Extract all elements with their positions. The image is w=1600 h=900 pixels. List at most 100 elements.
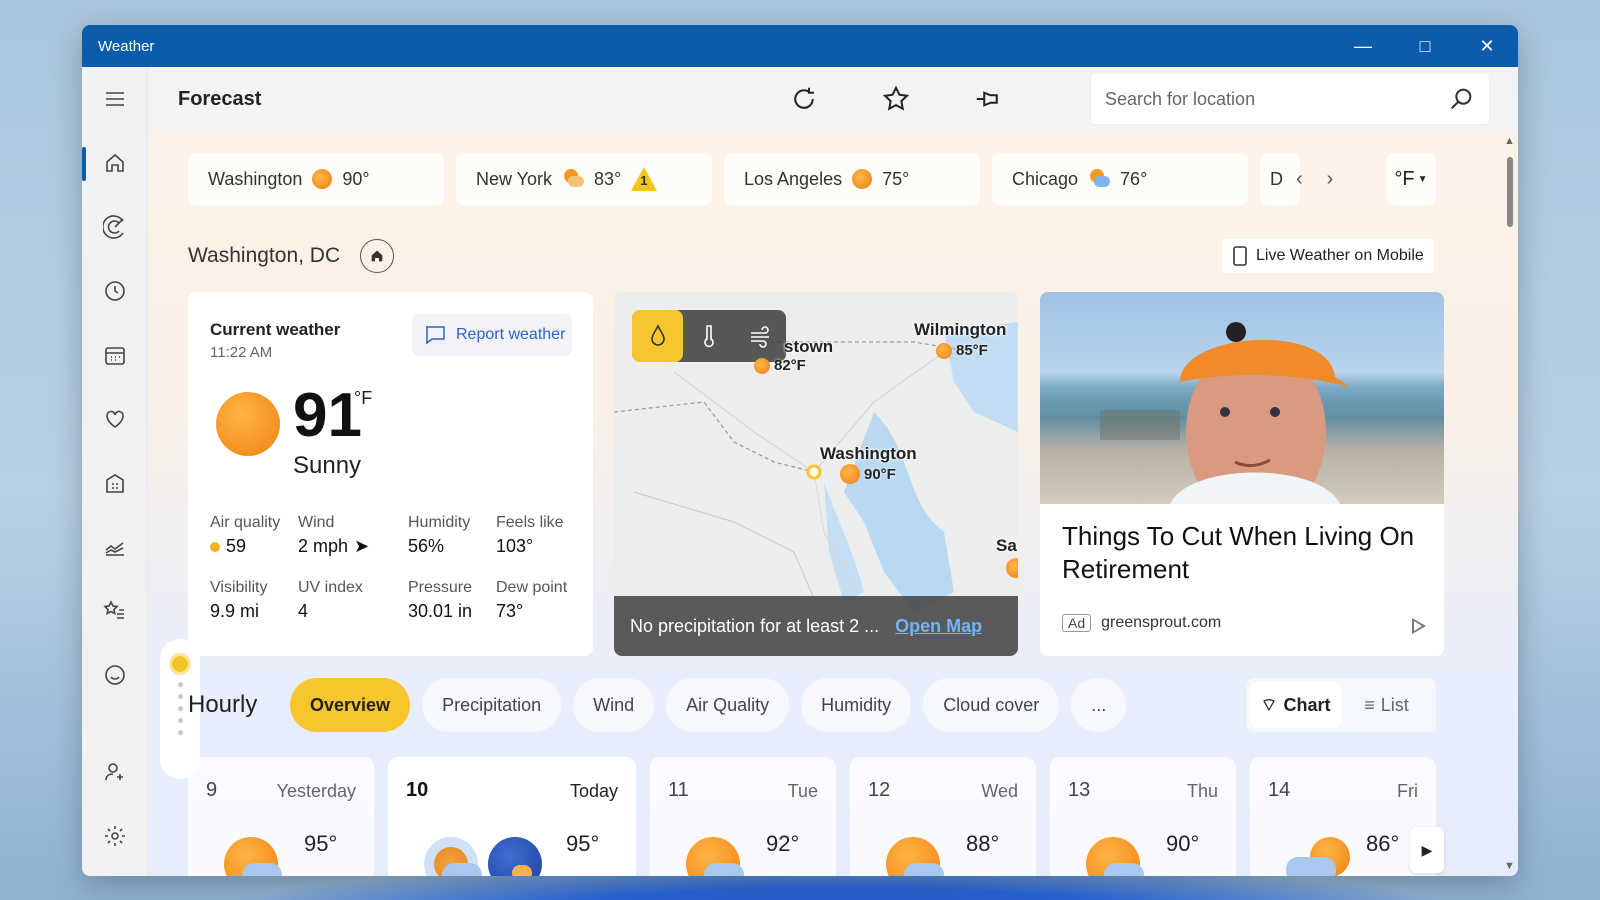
ad-source: greensprout.com [1101, 614, 1222, 631]
scrollbar[interactable]: ▲ ▼ [1502, 131, 1518, 876]
city-chip-los-angeles[interactable]: Los Angeles 75° [724, 153, 980, 205]
sidebar-item-life[interactable] [82, 451, 148, 515]
day-name: Yesterday [276, 781, 356, 801]
metric-visibility[interactable]: Visibility 9.9 mi [210, 579, 298, 622]
next-days-button[interactable]: ▶ [1410, 827, 1444, 873]
weather-map-card[interactable]: stown 82°F Wilmington 85°F Washington 90… [614, 292, 1018, 656]
ad-title[interactable]: Things To Cut When Living On Retirement [1062, 520, 1422, 586]
day-number: 13 [1068, 779, 1091, 801]
sidebar-item-hourly[interactable] [82, 259, 148, 323]
city-chip-new-york[interactable]: New York 83° 1 [456, 153, 712, 205]
tab-overview[interactable]: Overview [290, 678, 411, 732]
scroll-up-icon[interactable]: ▲ [1504, 135, 1515, 147]
temperature-layer-button[interactable] [683, 310, 734, 362]
tab-precipitation[interactable]: Precipitation [422, 678, 562, 732]
sidebar-item-radar[interactable] [82, 195, 148, 259]
wind-layer-button[interactable] [734, 310, 785, 362]
tab-air-quality[interactable]: Air Quality [666, 678, 790, 732]
day-number: 12 [868, 779, 891, 801]
live-weather-label: Live Weather on Mobile [1256, 247, 1424, 264]
chart-view-button[interactable]: ⌔ Chart [1250, 682, 1341, 728]
sidebar-item-favorites[interactable] [82, 579, 148, 643]
sidebar-item-health[interactable] [82, 387, 148, 451]
metric-value: 2 mph [298, 536, 349, 556]
day-card[interactable]: 14 Fri 86° [1250, 757, 1436, 876]
metric-humidity[interactable]: Humidity 56% [408, 514, 496, 557]
live-weather-mobile-button[interactable]: Live Weather on Mobile [1222, 239, 1434, 273]
day-card[interactable]: 11 Tue 92° [650, 757, 836, 876]
chevron-right-icon[interactable]: › [1327, 168, 1334, 191]
city-chip-partial[interactable]: D [1260, 153, 1300, 205]
pin-button[interactable] [942, 67, 1034, 131]
chart-icon: ⌔ [1260, 694, 1278, 715]
day-high-temp: 95° [566, 831, 600, 856]
day-card[interactable]: 12 Wed 88° [850, 757, 1036, 876]
metric-pressure[interactable]: Pressure 30.01 in [408, 579, 496, 622]
maximize-button[interactable]: □ [1394, 25, 1456, 67]
search-box[interactable] [1090, 73, 1490, 125]
city-chip-chicago[interactable]: Chicago 76° [992, 153, 1248, 205]
chevron-left-icon[interactable]: ‹ [1296, 168, 1303, 191]
day-card[interactable]: 9 Yesterday 95° [188, 757, 374, 876]
refresh-button[interactable] [758, 67, 850, 131]
precipitation-layer-button[interactable] [632, 310, 683, 362]
tab-wind[interactable]: Wind [573, 678, 655, 732]
calendar-icon [104, 347, 125, 365]
sidebar-item-settings[interactable] [82, 804, 148, 868]
set-home-button[interactable] [360, 239, 395, 273]
hamburger-menu-button[interactable] [82, 67, 148, 131]
tab-more[interactable]: ... [1071, 678, 1127, 732]
metric-dew-point[interactable]: Dew point 73° [496, 579, 586, 622]
metric-uv-index[interactable]: UV index 4 [298, 579, 408, 622]
tab-cloud-cover[interactable]: Cloud cover [923, 678, 1060, 732]
radar-icon [102, 215, 124, 239]
city-chip-washington[interactable]: Washington 90° [188, 153, 444, 205]
metric-wind[interactable]: Wind 2 mph ➤ [298, 514, 408, 557]
sidebar-item-monthly[interactable] [82, 323, 148, 387]
home-icon [105, 153, 124, 172]
partly-cloudy-icon [886, 837, 946, 876]
list-view-button[interactable]: ≡ List [1341, 682, 1432, 728]
sidebar-item-feedback[interactable] [82, 643, 148, 707]
report-weather-button[interactable]: Report weather [412, 314, 572, 356]
day-card-today[interactable]: 10 Today 95° [388, 757, 636, 876]
city-temp: 76° [1120, 168, 1148, 189]
smiley-icon [104, 665, 125, 685]
ad-choices-icon[interactable] [1412, 618, 1426, 634]
temperature-unit: °F [354, 388, 373, 408]
metric-feels-like[interactable]: Feels like 103° [496, 514, 586, 557]
ad-card[interactable]: Things To Cut When Living On Retirement … [1040, 292, 1444, 656]
timeline-dot [177, 730, 183, 735]
search-input[interactable] [1105, 88, 1447, 110]
map-place-label: stown [784, 337, 834, 356]
person-add-icon [105, 763, 123, 781]
scroll-thumb[interactable] [1507, 157, 1513, 227]
open-map-link[interactable]: Open Map [895, 616, 982, 637]
weather-alert-icon[interactable]: 1 [631, 167, 658, 191]
unit-selector[interactable]: °F ▼ [1386, 153, 1436, 205]
scroll-down-icon[interactable]: ▼ [1504, 860, 1515, 872]
caret-down-icon: ▼ [1417, 173, 1428, 185]
sunny-icon [216, 392, 280, 456]
day-number: 9 [206, 779, 218, 801]
thermometer-icon [703, 325, 714, 348]
sidebar-item-home[interactable] [82, 131, 148, 195]
city-name: New York [476, 168, 553, 189]
city-name: Washington [208, 168, 303, 189]
search-icon[interactable] [1447, 85, 1475, 113]
top-bar: Forecast [148, 67, 1518, 131]
close-button[interactable]: ✕ [1456, 25, 1518, 67]
sidebar-item-trends[interactable] [82, 515, 148, 579]
metric-air-quality[interactable]: Air quality 59 [210, 514, 298, 557]
day-high-temp: 86° [1366, 831, 1400, 856]
sidebar-item-account[interactable] [82, 740, 148, 804]
day-card[interactable]: 13 Thu 90° [1050, 757, 1236, 876]
tab-humidity[interactable]: Humidity [801, 678, 912, 732]
favorite-button[interactable] [850, 67, 942, 131]
ad-image [1040, 292, 1444, 504]
city-temp: 83° [594, 168, 622, 189]
day-name: Fri [1397, 781, 1418, 801]
day-name: Today [569, 781, 618, 801]
minimize-button[interactable]: — [1332, 25, 1394, 67]
metric-label: Dew point [496, 579, 568, 596]
